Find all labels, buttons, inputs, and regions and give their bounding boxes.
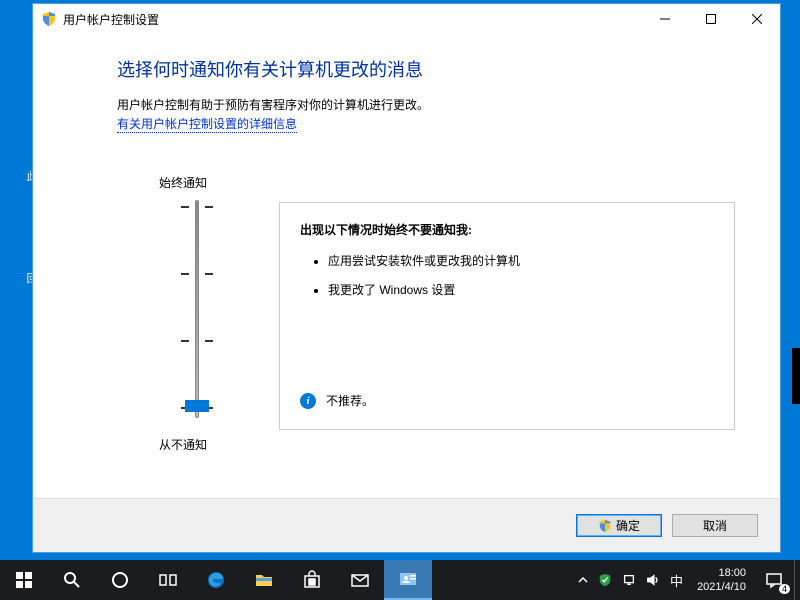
info-heading: 出现以下情况时始终不要通知我: — [300, 221, 714, 238]
info-box: 出现以下情况时始终不要通知我: 应用尝试安装软件或更改我的计算机 我更改了 Wi… — [279, 202, 735, 430]
slider-tick — [205, 206, 213, 208]
info-icon: i — [300, 393, 316, 409]
window-footer: 确定 取消 — [33, 498, 780, 552]
slider-label-bottom: 从不通知 — [159, 436, 259, 453]
clock[interactable]: 18:00 2021/4/10 — [689, 566, 754, 595]
close-button[interactable] — [734, 4, 780, 34]
cancel-button[interactable]: 取消 — [672, 514, 758, 537]
info-list-item: 我更改了 Windows 设置 — [328, 281, 714, 300]
edge-icon[interactable] — [192, 560, 240, 600]
side-rail — [792, 348, 800, 404]
show-desktop-button[interactable] — [794, 560, 800, 600]
shield-icon — [598, 519, 612, 533]
action-center-button[interactable]: 4 — [754, 560, 794, 600]
security-tray-icon[interactable] — [598, 573, 612, 587]
ime-indicator[interactable]: 中 — [670, 571, 683, 590]
taskbar: 中 18:00 2021/4/10 4 — [0, 560, 800, 600]
info-list: 应用尝试安装软件或更改我的计算机 我更改了 Windows 设置 — [300, 252, 714, 300]
cancel-button-label: 取消 — [703, 517, 727, 534]
info-note: 不推荐。 — [326, 392, 374, 409]
cortana-button[interactable] — [96, 560, 144, 600]
maximize-button[interactable] — [688, 4, 734, 34]
mail-icon[interactable] — [336, 560, 384, 600]
shield-icon — [41, 11, 57, 27]
window-content: 选择何时通知你有关计算机更改的消息 用户帐户控制有助于预防有害程序对你的计算机进… — [33, 34, 780, 498]
clock-time: 18:00 — [697, 566, 746, 580]
start-button[interactable] — [0, 560, 48, 600]
ok-button-label: 确定 — [616, 517, 640, 534]
slider-tick — [205, 340, 213, 342]
volume-tray-icon[interactable] — [646, 573, 660, 587]
file-explorer-icon[interactable] — [240, 560, 288, 600]
task-view-button[interactable] — [144, 560, 192, 600]
window-title: 用户帐户控制设置 — [63, 11, 159, 28]
system-tray[interactable]: 中 — [572, 571, 689, 590]
page-heading: 选择何时通知你有关计算机更改的消息 — [117, 56, 742, 82]
minimize-button[interactable] — [642, 4, 688, 34]
slider-track[interactable] — [195, 200, 199, 418]
description-text: 用户帐户控制有助于预防有害程序对你的计算机进行更改。 — [117, 96, 742, 113]
slider-thumb[interactable] — [185, 400, 209, 412]
store-icon[interactable] — [288, 560, 336, 600]
slider-tick — [205, 273, 213, 275]
uac-taskbar-item[interactable] — [384, 560, 432, 600]
uac-window: 用户帐户控制设置 选择何时通知你有关计算机更改的消息 用户帐户控制有助于预防有害… — [33, 4, 780, 552]
titlebar[interactable]: 用户帐户控制设置 — [33, 4, 780, 34]
chevron-up-icon[interactable] — [578, 575, 588, 585]
slider-label-top: 始终通知 — [159, 174, 259, 191]
search-button[interactable] — [48, 560, 96, 600]
slider-tick — [181, 206, 189, 208]
ok-button[interactable]: 确定 — [576, 514, 662, 537]
clock-date: 2021/4/10 — [697, 580, 746, 594]
info-list-item: 应用尝试安装软件或更改我的计算机 — [328, 252, 714, 271]
network-tray-icon[interactable] — [622, 573, 636, 587]
help-link[interactable]: 有关用户帐户控制设置的详细信息 — [117, 115, 297, 133]
slider-tick — [181, 273, 189, 275]
slider-tick — [181, 340, 189, 342]
notification-badge: 4 — [779, 584, 790, 594]
